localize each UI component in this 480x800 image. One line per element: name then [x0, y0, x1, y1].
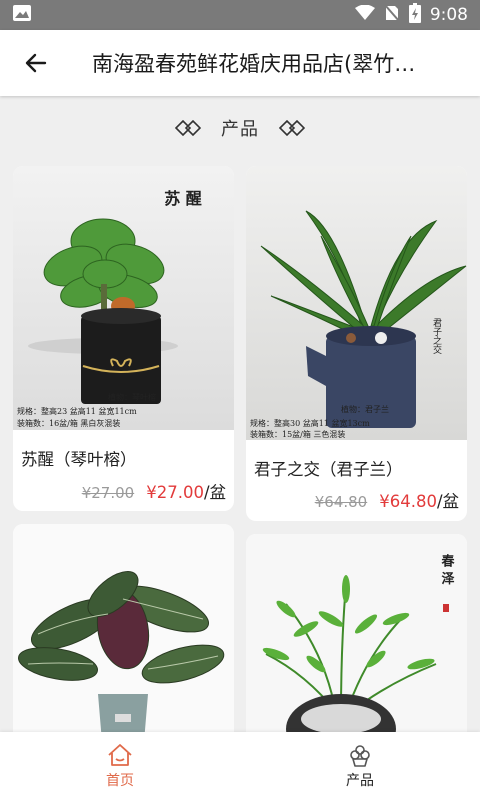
product-image	[13, 524, 234, 754]
app-header: 南海盈春苑鲜花婚庆用品店(翠竹…	[0, 30, 480, 96]
back-button[interactable]	[0, 30, 72, 96]
product-icon	[350, 744, 370, 767]
image-caption-text: 植物：琴叶榕	[108, 392, 156, 402]
image-caption-text: 植物：君子兰	[341, 404, 389, 414]
bottom-tab-bar: 首页 产品	[0, 732, 480, 800]
product-image: 春 泽	[246, 534, 467, 754]
status-bar: 9:08	[0, 0, 480, 30]
sale-price: ¥64.80	[379, 492, 437, 511]
status-time: 9:08	[429, 5, 468, 25]
wifi-icon	[354, 4, 375, 25]
tab-label: 产品	[346, 772, 374, 789]
product-name: 君子之交（君子兰）	[254, 460, 403, 479]
original-price: ¥64.80	[314, 493, 368, 511]
sale-price: ¥27.00	[146, 483, 204, 502]
image-title-text: 君子之交	[431, 318, 442, 355]
price-unit: /盆	[436, 492, 459, 511]
image-caption-text: 装箱数：16盆/箱 黑白灰混装	[17, 418, 120, 428]
section-header: 产品	[0, 110, 480, 146]
tab-label: 首页	[106, 772, 134, 789]
tab-products[interactable]: 产品	[240, 732, 480, 800]
original-price: ¥27.00	[81, 484, 135, 502]
product-name: 苏醒（琴叶榕）	[21, 450, 137, 469]
image-caption-text: 规格：整高30 盆高11 盆宽13cm	[250, 418, 370, 428]
home-icon	[108, 743, 132, 766]
image-title-text: 春 泽	[439, 553, 456, 586]
no-sim-icon	[384, 4, 400, 26]
image-caption-text: 规格：整高23 盆高11 盆宽11cm	[17, 406, 137, 416]
price-row: ¥64.80 ¥64.80/盆	[315, 488, 459, 512]
battery-icon	[408, 3, 421, 27]
image-notification-icon	[12, 4, 32, 26]
image-caption-text: 装箱数：15盆/箱 三色混装	[250, 429, 345, 439]
product-card[interactable]: 苏 醒 植物：琴叶榕 规格：整高23 盆高11 盆宽11cm 装箱数：16盆/箱…	[13, 166, 234, 511]
arrow-left-icon	[25, 53, 47, 73]
product-image: 君子之交 植物：君子兰 规格：整高30 盆高11 盆宽13cm 装箱数：15盆/…	[246, 166, 467, 440]
product-card[interactable]: 君子之交 植物：君子兰 规格：整高30 盆高11 盆宽13cm 装箱数：15盆/…	[246, 166, 467, 521]
tab-home[interactable]: 首页	[0, 732, 240, 800]
product-card[interactable]	[13, 524, 234, 754]
product-image: 苏 醒 植物：琴叶榕 规格：整高23 盆高11 盆宽11cm 装箱数：16盆/箱…	[13, 166, 234, 430]
diamond-decoration-icon	[279, 120, 305, 136]
price-unit: /盆	[203, 483, 226, 502]
diamond-decoration-icon	[175, 120, 201, 136]
page-title: 南海盈春苑鲜花婚庆用品店(翠竹…	[92, 52, 416, 76]
section-title: 产品	[221, 119, 259, 140]
price-row: ¥27.00 ¥27.00/盆	[82, 479, 226, 503]
image-title-text: 苏 醒	[164, 189, 202, 208]
product-card[interactable]: 春 泽	[246, 534, 467, 754]
